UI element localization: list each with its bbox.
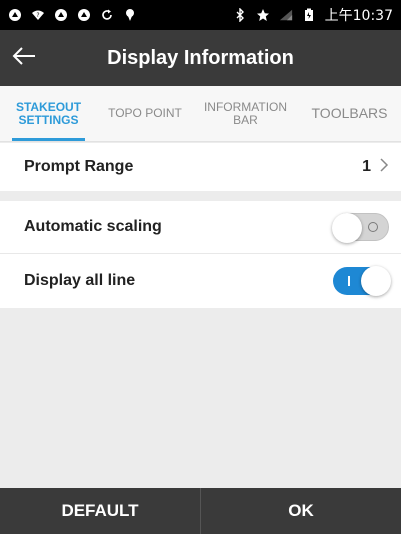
prompt-range-label: Prompt Range: [24, 158, 134, 175]
app-notification-icon: [54, 8, 68, 22]
toggle-knob: [332, 213, 362, 243]
svg-text:?: ?: [36, 12, 39, 19]
tab-bar: STAKEOUT SETTINGS TOPO POINT INFORMATION…: [0, 86, 401, 142]
prompt-range-value-group: 1: [362, 157, 389, 178]
toggle-off-icon: [368, 222, 378, 232]
ok-button[interactable]: OK: [201, 488, 401, 534]
display-all-line-row: Display all line: [0, 254, 401, 308]
tab-information-bar[interactable]: INFORMATION BAR: [193, 86, 298, 141]
star-icon: [256, 8, 270, 22]
display-all-line-toggle[interactable]: [333, 266, 391, 296]
sync-icon: [100, 8, 114, 22]
page-title: Display Information: [107, 46, 294, 69]
display-all-line-label: Display all line: [24, 272, 136, 289]
location-pin-icon: [123, 8, 137, 22]
prompt-range-value: 1: [362, 158, 371, 175]
back-button[interactable]: [0, 30, 48, 86]
bluetooth-icon: [233, 8, 247, 22]
display-all-line-toggle-wrap: [333, 266, 391, 296]
app-bar: Display Information: [0, 30, 401, 86]
automatic-scaling-toggle[interactable]: [332, 213, 389, 243]
back-arrow-icon: [12, 46, 36, 71]
battery-icon: [302, 8, 316, 22]
app-notification-icon: [8, 8, 22, 22]
signal-icon: [279, 8, 293, 22]
prompt-range-row[interactable]: Prompt Range 1: [0, 143, 401, 191]
tab-topo-point[interactable]: TOPO POINT: [97, 86, 193, 141]
app-notification-icon: [77, 8, 91, 22]
status-bar: ? 上午10:37: [0, 0, 401, 30]
default-button[interactable]: DEFAULT: [0, 488, 200, 534]
wifi-question-icon: ?: [31, 8, 45, 22]
toggle-knob: [361, 266, 391, 296]
automatic-scaling-toggle-wrap: [332, 213, 389, 243]
bottom-action-bar: DEFAULT OK: [0, 488, 401, 534]
status-time: 上午10:37: [324, 8, 393, 24]
toggle-on-icon: [348, 276, 350, 286]
status-left-icons: ?: [8, 8, 137, 22]
tab-toolbars[interactable]: TOOLBARS: [298, 86, 401, 141]
tab-stakeout-settings[interactable]: STAKEOUT SETTINGS: [0, 86, 97, 141]
status-right-icons: 上午10:37: [233, 5, 393, 25]
automatic-scaling-row: Automatic scaling: [0, 201, 401, 254]
chevron-right-icon: [379, 157, 389, 178]
automatic-scaling-label: Automatic scaling: [24, 218, 162, 235]
